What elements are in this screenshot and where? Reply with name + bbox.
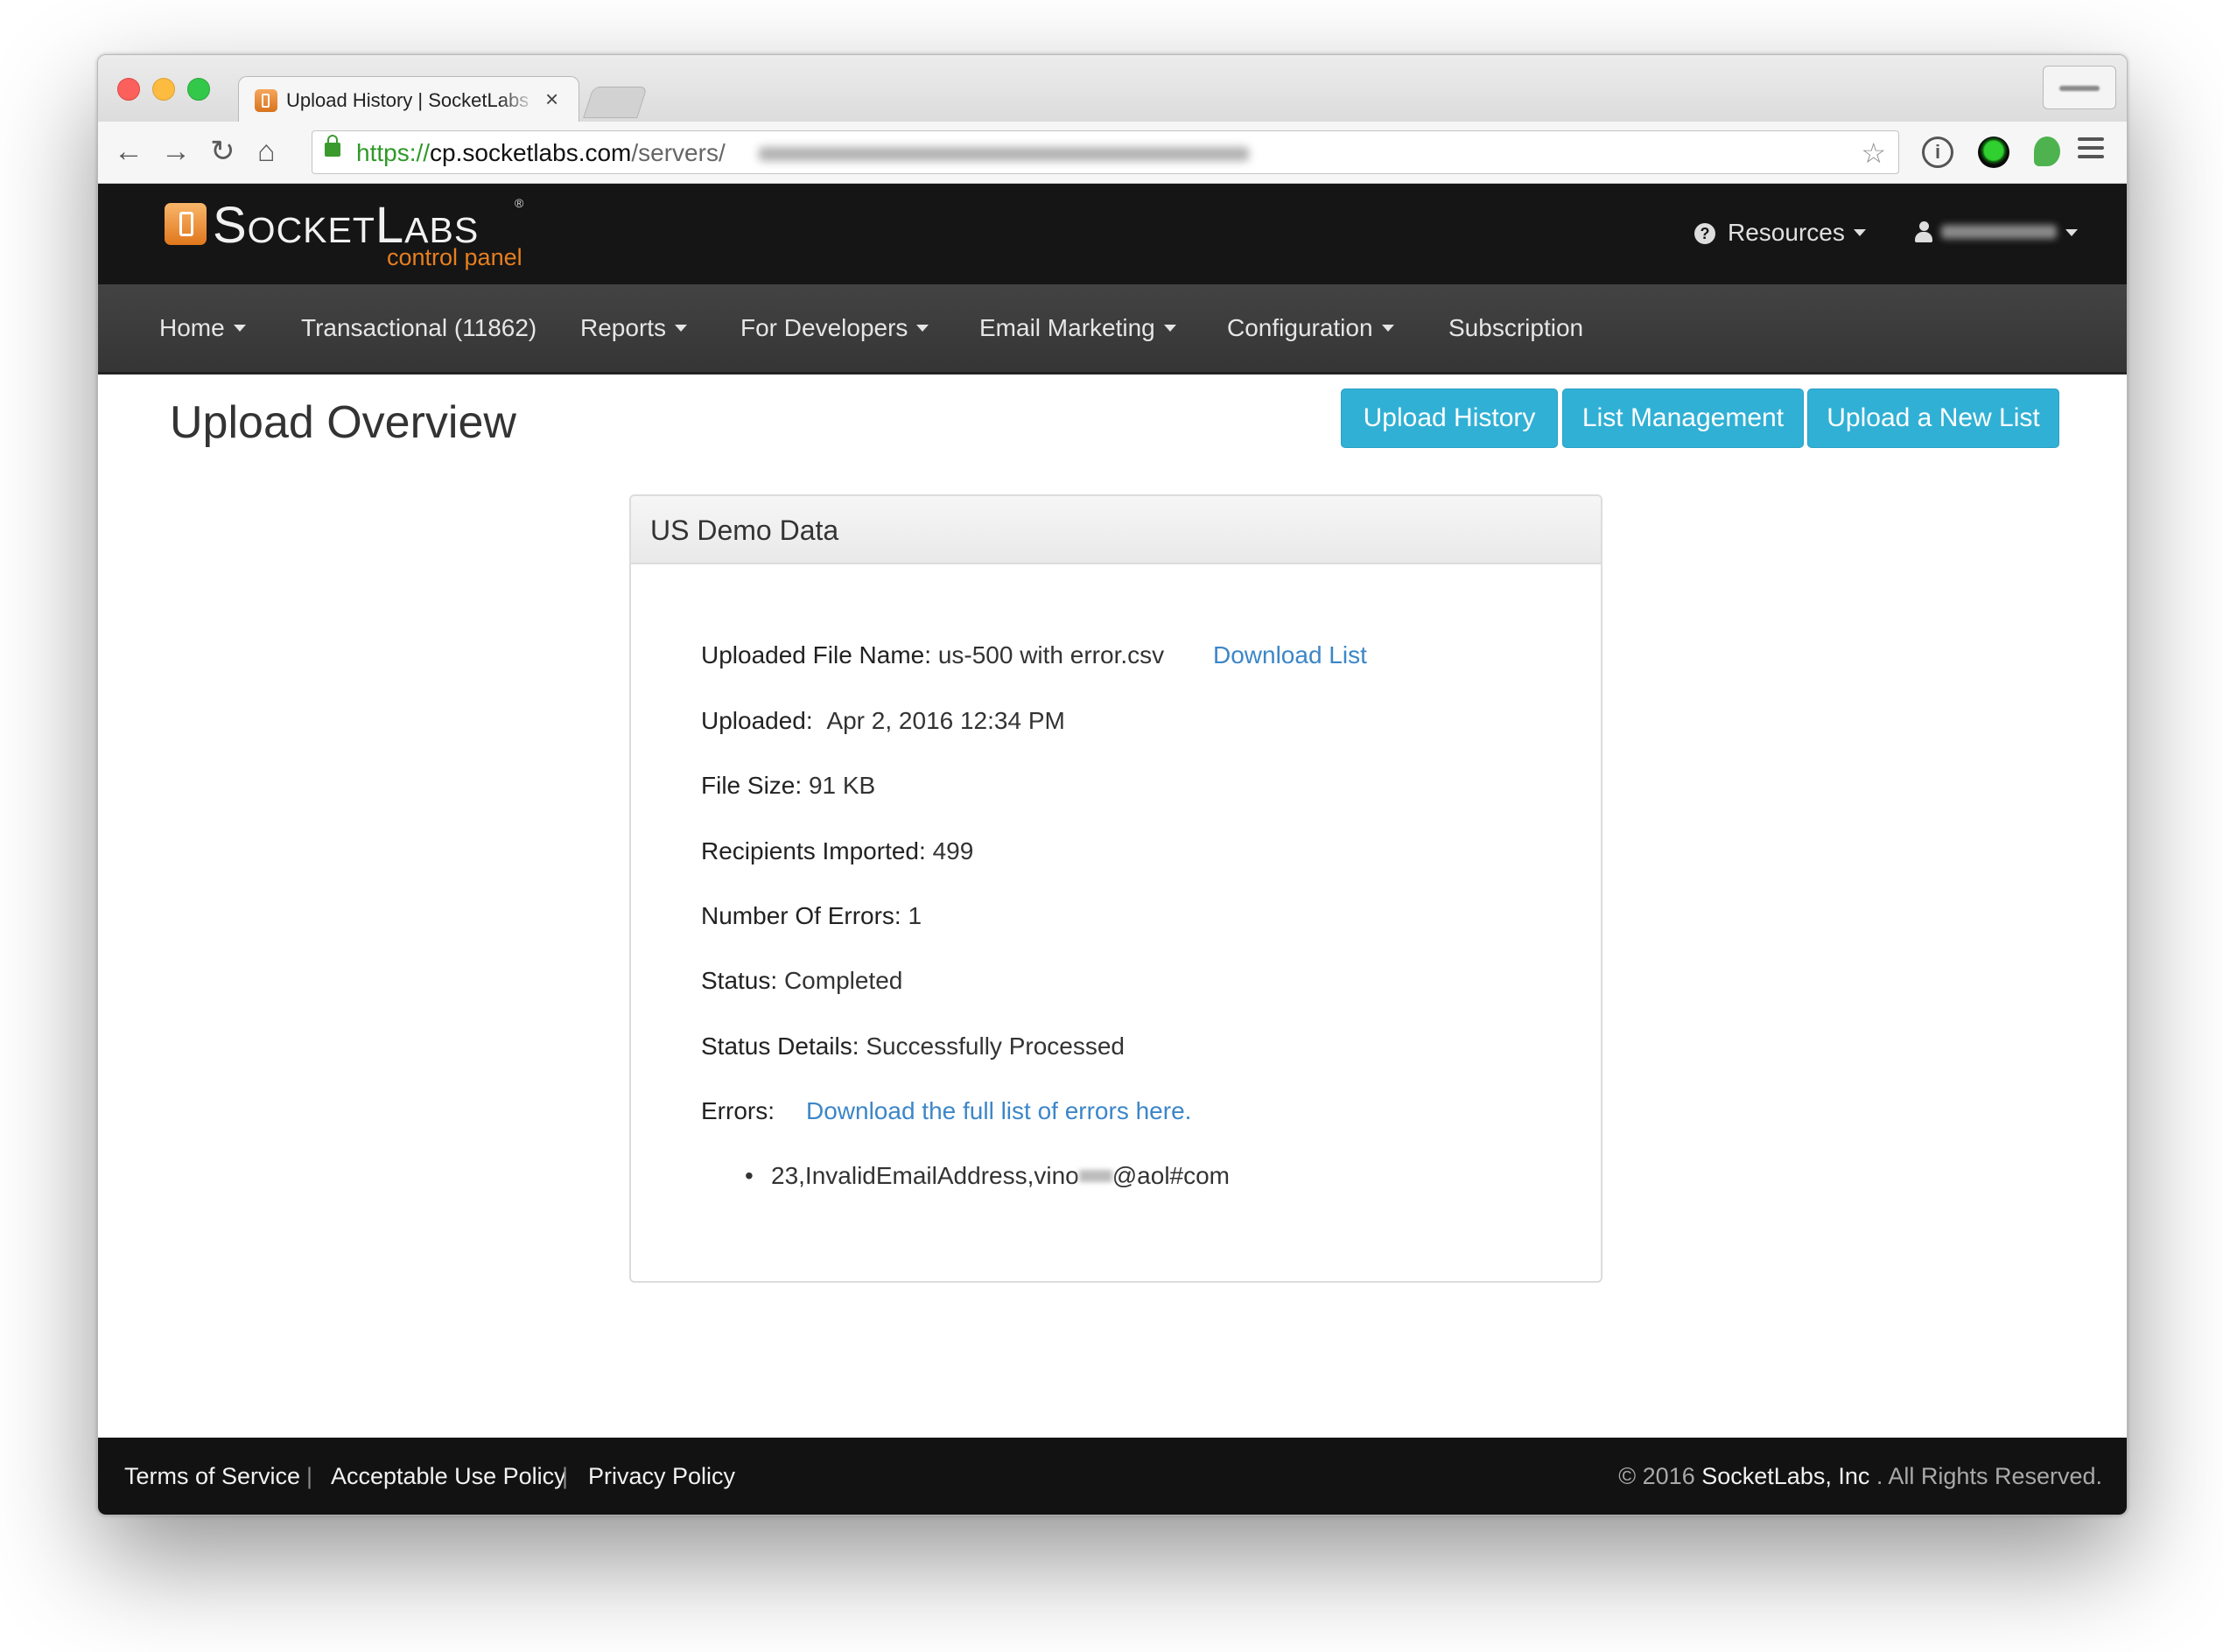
error-list-item: • 23,InvalidEmailAddress,vino @aol#com (745, 1162, 1231, 1189)
reload-icon[interactable]: ↻ (210, 134, 235, 169)
redacted-username (1941, 225, 2057, 239)
footer-separator: | (306, 1463, 313, 1489)
nav-reports[interactable]: Reports (580, 314, 688, 342)
redacted-url-segment (759, 147, 1249, 161)
nav-configuration[interactable]: Configuration (1227, 314, 1394, 342)
resources-menu[interactable]: ? Resources (1694, 219, 1866, 247)
file-name-row: Uploaded File Name: us-500 with error.cs… (701, 640, 1164, 670)
panel-heading: US Demo Data (631, 496, 1601, 564)
nav-transactional[interactable]: Transactional (11862) (301, 314, 536, 342)
info-extension-icon[interactable]: i (1922, 136, 1953, 168)
browser-toolbar: ← → ↻ ⌂ https://cp.socketlabs.com/server… (98, 122, 2127, 184)
file-name-label: Uploaded File Name: (701, 641, 932, 668)
nav-subscription[interactable]: Subscription (1448, 314, 1583, 342)
redacted-email-part (1078, 1170, 1112, 1182)
socketlabs-favicon-icon (255, 89, 277, 112)
caret-down-icon (2065, 229, 2078, 236)
logo-subtitle: control panel (387, 244, 522, 270)
green-status-extension-icon[interactable] (1978, 136, 2009, 168)
status-row: Status: Completed (701, 966, 902, 996)
file-size-label: File Size: (701, 772, 803, 799)
address-bar[interactable]: https://cp.socketlabs.com/servers/ ☆ (312, 130, 1899, 174)
leaf-extension-icon[interactable] (2034, 136, 2060, 166)
bullet-icon: • (745, 1162, 754, 1189)
home-icon[interactable]: ⌂ (257, 134, 276, 169)
question-circle-icon: ? (1694, 223, 1715, 244)
tab-strip: Upload History | SocketLabs × (98, 55, 2127, 126)
upload-history-button[interactable]: Upload History (1341, 388, 1558, 448)
error-count-label: Number Of Errors: (701, 902, 901, 929)
user-menu[interactable] (1915, 219, 2078, 247)
terms-of-service-link[interactable]: Terms of Service (124, 1462, 300, 1490)
footer-separator: | (562, 1463, 569, 1489)
site-footer: Terms of Service | Acceptable Use Policy… (98, 1438, 2127, 1515)
copyright-text: © 2016 SocketLabs, Inc . All Rights Rese… (1618, 1463, 2102, 1489)
status-label: Status: (701, 967, 778, 994)
new-tab-button[interactable] (583, 87, 648, 118)
browser-window: Upload History | SocketLabs × ← → ↻ ⌂ ht… (97, 54, 2128, 1516)
registered-mark-icon: ® (515, 196, 524, 210)
caret-down-icon (1853, 229, 1866, 236)
bookmark-star-icon[interactable]: ☆ (1861, 136, 1886, 170)
uploaded-label: Uploaded: (701, 707, 813, 734)
tab-close-icon[interactable]: × (545, 86, 558, 113)
back-arrow-icon[interactable]: ← (114, 134, 144, 169)
nav-for-developers[interactable]: For Developers (740, 314, 929, 342)
user-icon (1915, 221, 1932, 242)
close-window-button[interactable] (117, 78, 140, 101)
privacy-policy-link[interactable]: Privacy Policy (588, 1462, 735, 1490)
resources-label: Resources (1728, 219, 1845, 246)
status-details-label: Status Details: (701, 1032, 859, 1060)
error-count-row: Number Of Errors: 1 (701, 901, 922, 931)
nav-email-marketing[interactable]: Email Marketing (979, 314, 1176, 342)
recipients-row: Recipients Imported: 499 (701, 836, 973, 866)
caret-down-icon (916, 325, 929, 332)
file-size-row: File Size: 91 KB (701, 771, 875, 801)
errors-row: Errors: (701, 1096, 775, 1126)
error-count-value: 1 (908, 902, 922, 929)
upload-details-panel: US Demo Data Uploaded File Name: us-500 … (629, 494, 1602, 1283)
errors-label: Errors: (701, 1097, 775, 1124)
recipients-label: Recipients Imported: (701, 837, 926, 864)
status-details-value: Successfully Processed (866, 1032, 1125, 1060)
uploaded-value: Apr 2, 2016 12:34 PM (826, 707, 1065, 734)
upload-new-list-button[interactable]: Upload a New List (1807, 388, 2059, 448)
socketlabs-logo-icon[interactable] (165, 203, 207, 245)
acceptable-use-policy-link[interactable]: Acceptable Use Policy (331, 1462, 566, 1490)
company-link[interactable]: SocketLabs, Inc (1701, 1463, 1869, 1489)
caret-down-icon (233, 325, 246, 332)
file-size-value: 91 KB (808, 772, 876, 799)
lock-icon (325, 135, 340, 157)
hamburger-menu-icon[interactable] (2078, 137, 2104, 164)
caret-down-icon (675, 325, 688, 332)
browser-tab[interactable]: Upload History | SocketLabs × (238, 76, 579, 126)
uploaded-row: Uploaded: Apr 2, 2016 12:34 PM (701, 706, 1065, 736)
status-value: Completed (783, 967, 903, 994)
url-text: https://cp.socketlabs.com/servers/ (356, 139, 726, 166)
nav-home[interactable]: Home (159, 314, 246, 342)
recipients-value: 499 (932, 837, 974, 864)
file-name-value: us-500 with error.csv (937, 641, 1165, 668)
status-details-row: Status Details: Successfully Processed (701, 1032, 1125, 1061)
list-management-button[interactable]: List Management (1562, 388, 1804, 448)
caret-down-icon (1163, 325, 1176, 332)
download-list-link[interactable]: Download List (1213, 640, 1367, 670)
profile-button[interactable] (2043, 66, 2116, 109)
main-nav: Home Transactional (11862) Reports For D… (98, 284, 2127, 374)
download-errors-link[interactable]: Download the full list of errors here. (806, 1096, 1191, 1126)
forward-arrow-icon[interactable]: → (161, 134, 191, 169)
tab-title: Upload History | SocketLabs (286, 89, 529, 111)
site-header: SocketLabs ® control panel ? Resources (98, 184, 2127, 284)
minimize-window-button[interactable] (152, 78, 175, 101)
caret-down-icon (1381, 325, 1394, 332)
page-title: Upload Overview (170, 397, 516, 448)
zoom-window-button[interactable] (187, 78, 210, 101)
